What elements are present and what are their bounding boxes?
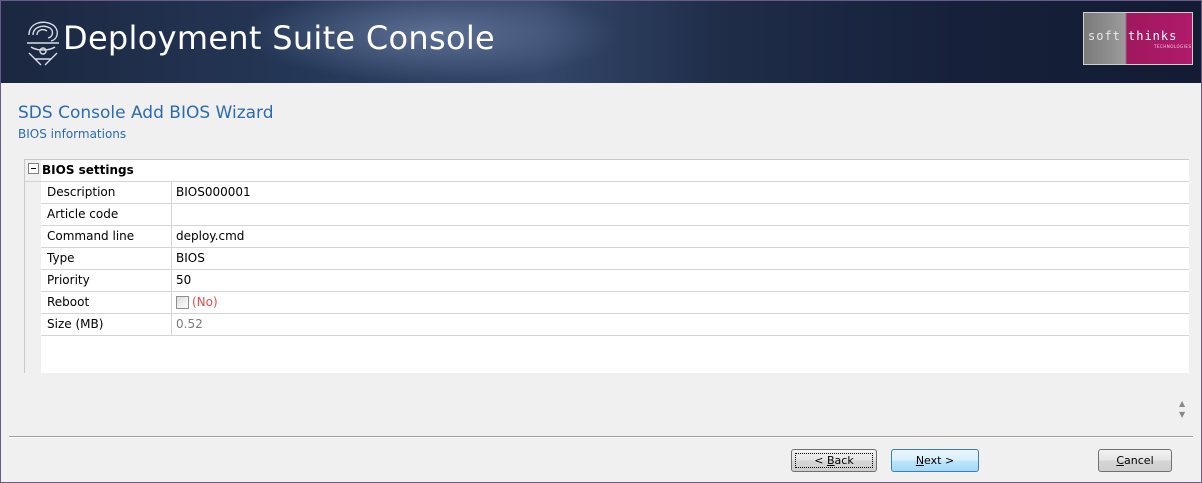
property-name: Command line — [41, 226, 172, 247]
brand-soft-text: soft — [1088, 29, 1121, 43]
property-name: Type — [41, 248, 172, 269]
property-row-type[interactable]: Type BIOS — [41, 248, 1189, 270]
property-value-type[interactable]: BIOS — [172, 248, 1189, 269]
wizard-title: SDS Console Add BIOS Wizard — [18, 103, 274, 123]
swirl-logo-icon — [27, 21, 59, 66]
wizard-subtitle: BIOS informations — [18, 127, 127, 141]
property-name: Description — [41, 182, 172, 203]
grid-left-margin — [25, 160, 41, 374]
cancel-label-rest: ancel — [1124, 454, 1154, 467]
property-value-priority[interactable]: 50 — [172, 270, 1189, 291]
back-label-rest: ack — [834, 454, 854, 467]
property-row-article-code[interactable]: Article code — [41, 204, 1189, 226]
collapse-icon[interactable] — [28, 163, 39, 174]
wizard-window: Deployment Suite Console soft thinks TEC… — [0, 0, 1202, 483]
next-label-rest: ext > — [924, 454, 955, 467]
back-mnemonic: B — [827, 454, 835, 467]
softthinks-logo: soft thinks TECHNOLOGIES — [1083, 12, 1193, 65]
property-row-priority[interactable]: Priority 50 — [41, 270, 1189, 292]
property-name: Reboot — [41, 292, 172, 313]
property-name: Size (MB) — [41, 314, 172, 335]
app-title: Deployment Suite Console — [63, 19, 496, 57]
footer-separator — [9, 436, 1193, 438]
property-row-description[interactable]: Description BIOS000001 — [41, 182, 1189, 204]
brand-thinks-text: thinks — [1128, 29, 1178, 43]
header-banner: Deployment Suite Console soft thinks TEC… — [1, 1, 1201, 83]
property-value-reboot[interactable]: (No) — [172, 292, 1189, 313]
property-name: Article code — [41, 204, 172, 225]
scroll-down-icon[interactable]: ▼ — [1179, 410, 1185, 419]
back-button[interactable]: < Back — [791, 449, 877, 472]
group-label: BIOS settings — [42, 163, 134, 177]
description-pane — [9, 373, 1193, 435]
property-row-reboot[interactable]: Reboot (No) — [41, 292, 1189, 314]
cancel-mnemonic: C — [1116, 454, 1125, 467]
back-prefix: < — [814, 454, 827, 467]
scroll-up-icon[interactable]: ▲ — [1179, 399, 1185, 408]
property-value-article-code[interactable] — [172, 204, 1189, 225]
property-name: Priority — [41, 270, 172, 291]
property-value-description[interactable]: BIOS000001 — [172, 182, 1189, 203]
next-button[interactable]: Next > — [891, 449, 979, 472]
next-mnemonic: N — [915, 454, 925, 467]
reboot-value-text: (No) — [192, 295, 218, 309]
cancel-button[interactable]: Cancel — [1098, 449, 1172, 472]
group-row-bios-settings: BIOS settings — [25, 160, 1189, 182]
brand-tagline: TECHNOLOGIES — [1154, 44, 1192, 49]
property-grid: BIOS settings Description BIOS000001 Art… — [24, 159, 1189, 375]
reboot-checkbox[interactable] — [176, 296, 189, 309]
property-row-size[interactable]: Size (MB) 0.52 — [41, 314, 1189, 336]
property-value-command-line[interactable]: deploy.cmd — [172, 226, 1189, 247]
property-value-size: 0.52 — [176, 317, 203, 331]
property-row-command-line[interactable]: Command line deploy.cmd — [41, 226, 1189, 248]
